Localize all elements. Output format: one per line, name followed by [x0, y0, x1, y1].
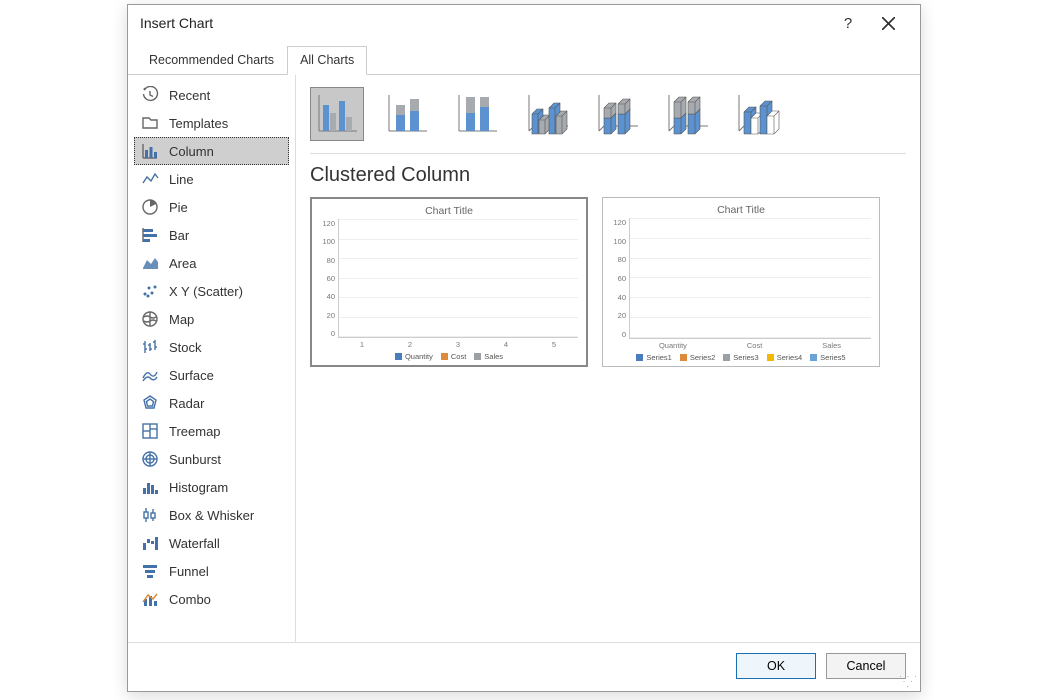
- sidebar-item-map[interactable]: Map: [134, 305, 289, 333]
- cancel-button[interactable]: Cancel: [826, 653, 906, 679]
- tab-recommended[interactable]: Recommended Charts: [136, 46, 287, 75]
- sidebar-item-line[interactable]: Line: [134, 165, 289, 193]
- sidebar-item-combo[interactable]: Combo: [134, 585, 289, 613]
- subtype-heading: Clustered Column: [310, 164, 906, 187]
- stock-icon: [141, 338, 159, 356]
- column-icon: [141, 142, 159, 160]
- preview-plot: 120100806040200: [611, 218, 871, 339]
- funnel-icon: [141, 562, 159, 580]
- subtype-4[interactable]: [590, 87, 644, 141]
- sidebar-item-label: Histogram: [169, 480, 228, 495]
- tab-all[interactable]: All Charts: [287, 46, 367, 75]
- sidebar-item-label: Recent: [169, 88, 210, 103]
- dialog-body: Recent Templates Column Line Pie Bar Area X Y (…: [128, 75, 920, 642]
- sidebar-item-label: Line: [169, 172, 194, 187]
- line-icon: [141, 170, 159, 188]
- sidebar-item-label: Templates: [169, 116, 228, 131]
- sidebar-item-label: Radar: [169, 396, 204, 411]
- sidebar-item-label: Bar: [169, 228, 189, 243]
- sidebar-item-label: Map: [169, 312, 194, 327]
- sidebar-item-surface[interactable]: Surface: [134, 361, 289, 389]
- area-icon: [141, 254, 159, 272]
- resize-grip[interactable]: · · · · · ·: [899, 674, 918, 689]
- map-icon: [141, 310, 159, 328]
- sidebar-item-boxwhisker[interactable]: Box & Whisker: [134, 501, 289, 529]
- chart-type-sidebar: Recent Templates Column Line Pie Bar Area X Y (…: [128, 75, 296, 642]
- close-icon: [882, 17, 895, 30]
- tab-strip: Recommended Charts All Charts: [128, 45, 920, 75]
- radar-icon: [141, 394, 159, 412]
- sidebar-item-recent[interactable]: Recent: [134, 81, 289, 109]
- sidebar-item-waterfall[interactable]: Waterfall: [134, 529, 289, 557]
- sidebar-item-label: Box & Whisker: [169, 508, 254, 523]
- chart-preview-0[interactable]: Chart Title12010080604020012345QuantityC…: [310, 197, 588, 367]
- treemap-icon: [141, 422, 159, 440]
- subtype-6[interactable]: [730, 87, 784, 141]
- dialog-footer: OK Cancel: [128, 642, 920, 691]
- help-button[interactable]: ?: [828, 5, 868, 41]
- boxwhisker-icon: [141, 506, 159, 524]
- sidebar-item-column[interactable]: Column: [134, 137, 289, 165]
- sidebar-item-label: Stock: [169, 340, 202, 355]
- scatter-icon: [141, 282, 159, 300]
- sidebar-item-treemap[interactable]: Treemap: [134, 417, 289, 445]
- sidebar-item-label: Treemap: [169, 424, 221, 439]
- sidebar-item-label: Funnel: [169, 564, 209, 579]
- preview-title: Chart Title: [320, 205, 578, 217]
- combo-icon: [141, 590, 159, 608]
- sidebar-item-bar[interactable]: Bar: [134, 221, 289, 249]
- subtype-3[interactable]: [520, 87, 574, 141]
- sidebar-item-label: Area: [169, 256, 196, 271]
- sidebar-item-scatter[interactable]: X Y (Scatter): [134, 277, 289, 305]
- sidebar-item-label: Pie: [169, 200, 188, 215]
- sunburst-icon: [141, 450, 159, 468]
- sidebar-item-area[interactable]: Area: [134, 249, 289, 277]
- sidebar-item-label: Combo: [169, 592, 211, 607]
- close-button[interactable]: [868, 5, 908, 41]
- sidebar-item-label: Waterfall: [169, 536, 220, 551]
- chart-preview-1[interactable]: Chart Title120100806040200QuantityCostSa…: [602, 197, 880, 367]
- templates-icon: [141, 114, 159, 132]
- bar-icon: [141, 226, 159, 244]
- dialog-title: Insert Chart: [140, 15, 828, 31]
- sidebar-item-funnel[interactable]: Funnel: [134, 557, 289, 585]
- subtype-2[interactable]: [450, 87, 504, 141]
- waterfall-icon: [141, 534, 159, 552]
- pie-icon: [141, 198, 159, 216]
- sidebar-item-label: Sunburst: [169, 452, 221, 467]
- subtype-5[interactable]: [660, 87, 714, 141]
- sidebar-item-templates[interactable]: Templates: [134, 109, 289, 137]
- surface-icon: [141, 366, 159, 384]
- preview-title: Chart Title: [611, 204, 871, 216]
- sidebar-item-label: X Y (Scatter): [169, 284, 243, 299]
- histogram-icon: [141, 478, 159, 496]
- sidebar-item-pie[interactable]: Pie: [134, 193, 289, 221]
- preview-plot: 120100806040200: [320, 219, 578, 338]
- chart-previews: Chart Title12010080604020012345QuantityC…: [310, 197, 906, 367]
- subtype-1[interactable]: [380, 87, 434, 141]
- sidebar-item-label: Column: [169, 144, 214, 159]
- sidebar-item-label: Surface: [169, 368, 214, 383]
- titlebar: Insert Chart ?: [128, 5, 920, 41]
- chart-subtype-row: [310, 83, 906, 154]
- recent-icon: [141, 86, 159, 104]
- sidebar-item-radar[interactable]: Radar: [134, 389, 289, 417]
- sidebar-item-sunburst[interactable]: Sunburst: [134, 445, 289, 473]
- insert-chart-dialog: Insert Chart ? Recommended Charts All Ch…: [127, 4, 921, 692]
- subtype-0[interactable]: [310, 87, 364, 141]
- sidebar-item-histogram[interactable]: Histogram: [134, 473, 289, 501]
- ok-button[interactable]: OK: [736, 653, 816, 679]
- main-panel: Clustered Column Chart Title 120100806040…: [296, 75, 920, 642]
- sidebar-item-stock[interactable]: Stock: [134, 333, 289, 361]
